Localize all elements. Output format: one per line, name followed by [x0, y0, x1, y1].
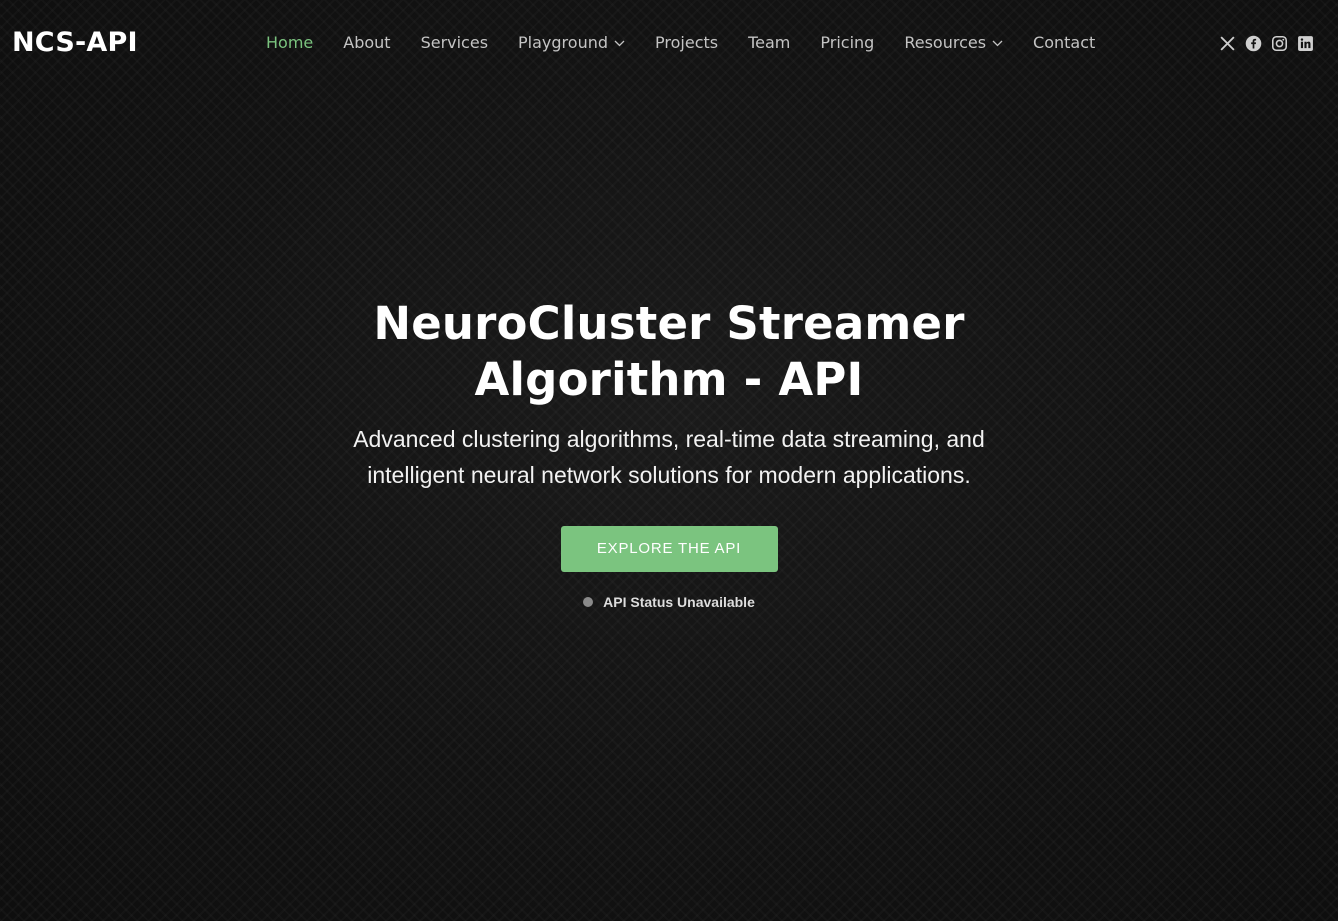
instagram-icon[interactable] — [1270, 34, 1288, 52]
nav-item-label: Resources — [904, 33, 987, 52]
nav-item-home[interactable]: Home — [266, 31, 313, 55]
linkedin-icon[interactable] — [1296, 34, 1314, 52]
explore-api-button[interactable]: Explore the API — [560, 526, 778, 572]
hero-title: NeuroCluster Streamer Algorithm - API — [373, 297, 965, 406]
chevron-down-icon — [992, 40, 1003, 46]
social-links — [1218, 34, 1322, 52]
status-dot-icon — [583, 597, 594, 607]
nav-item-resources[interactable]: Resources — [904, 31, 1003, 55]
nav-item-about[interactable]: About — [343, 31, 390, 55]
api-status-text: API Status Unavailable — [603, 594, 755, 610]
site-logo[interactable]: NCS-API — [12, 26, 138, 60]
nav-item-playground[interactable]: Playground — [518, 31, 625, 55]
hero-subtitle: Advanced clustering algorithms, real-tim… — [353, 426, 985, 488]
nav-item-label: Playground — [518, 33, 609, 52]
nav-item-contact[interactable]: Contact — [1033, 31, 1095, 55]
nav-item-label: Team — [748, 33, 791, 52]
nav-item-team[interactable]: Team — [748, 31, 790, 55]
nav-item-label: Pricing — [820, 33, 875, 52]
nav-item-label: Projects — [655, 33, 719, 52]
x-icon[interactable] — [1218, 34, 1236, 52]
nav-item-label: Home — [266, 33, 314, 52]
hero-section: NeuroCluster Streamer Algorithm - API Ad… — [0, 296, 1338, 610]
chevron-down-icon — [614, 40, 625, 46]
nav-item-services[interactable]: Services — [421, 31, 488, 55]
main-nav: Home About Services Playground Projects … — [266, 31, 1125, 55]
nav-item-projects[interactable]: Projects — [655, 31, 718, 55]
nav-item-pricing[interactable]: Pricing — [820, 31, 874, 55]
facebook-icon[interactable] — [1244, 34, 1262, 52]
site-header: NCS-API Home About Services Playground P… — [0, 0, 1338, 86]
api-status: API Status Unavailable — [0, 594, 1338, 610]
nav-item-label: About — [343, 33, 391, 52]
nav-item-label: Services — [420, 33, 489, 52]
nav-item-label: Contact — [1033, 33, 1096, 52]
